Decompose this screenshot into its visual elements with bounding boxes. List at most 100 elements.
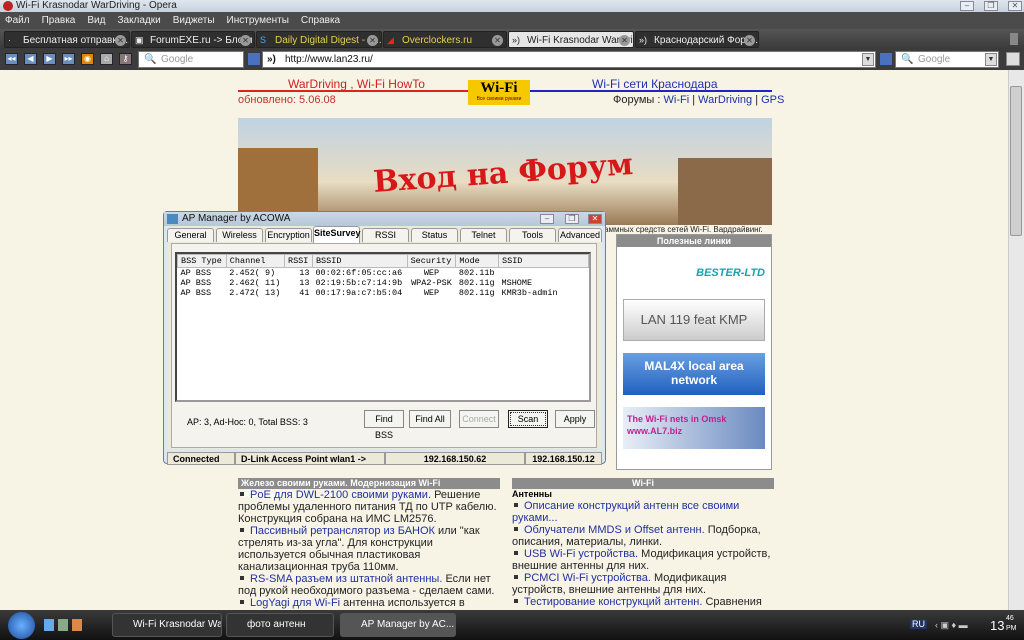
close-button[interactable]: ✕: [588, 214, 602, 224]
menu-edit[interactable]: Правка: [42, 15, 76, 26]
tab[interactable]: ◢ Overclockers.ru ✕: [383, 31, 507, 48]
menu-bookmarks[interactable]: Закладки: [117, 15, 160, 26]
home-icon[interactable]: ⌂: [100, 53, 113, 65]
tab-active[interactable]: ») Wi-Fi Krasnodar WarDri... ✕: [508, 31, 634, 48]
dropdown-icon[interactable]: ▼: [985, 53, 997, 66]
bss-row[interactable]: AP BSS 2.472( 13) 41 00:17:9a:c7:b5:04 WEP 80…: [178, 288, 589, 298]
fast-forward-icon[interactable]: ▸▸: [62, 53, 75, 65]
bester-banner[interactable]: BESTER-LTD: [623, 253, 765, 293]
col-rssi[interactable]: RSSI: [283, 254, 313, 268]
al7-banner[interactable]: The Wi-Fi nets in Omsk www.AL7.biz: [623, 407, 765, 449]
article-link[interactable]: RS-SMA разъем из штатной антенны.: [250, 573, 442, 585]
bss-row[interactable]: AP BSS 2.452( 9) 13 00:02:6f:05:cc:a6 WEP 802…: [178, 268, 589, 279]
banner-building: [678, 158, 772, 225]
maximize-button[interactable]: ❐: [565, 214, 579, 224]
language-indicator[interactable]: RU: [910, 619, 927, 629]
connect-button[interactable]: Connect: [459, 410, 499, 428]
tab-close-icon[interactable]: ✕: [619, 35, 630, 46]
article-link[interactable]: PoE для DWL-2100 своими руками.: [250, 489, 431, 501]
menu-help[interactable]: Справка: [301, 15, 340, 26]
trash-icon[interactable]: [1010, 33, 1018, 45]
bookmark-icon[interactable]: [248, 53, 260, 65]
tab-tools[interactable]: Tools: [509, 228, 556, 242]
taskbar-item-apmanager[interactable]: AP Manager by AC...: [340, 613, 456, 637]
taskbar-item-folder[interactable]: фото антенн: [226, 613, 334, 637]
left-title[interactable]: WarDriving , Wi-Fi HowTo: [288, 77, 425, 91]
article-link[interactable]: Тестирование конструкций антенн.: [524, 596, 702, 608]
quicklaunch-icon[interactable]: [58, 619, 68, 631]
forum-link-wardriving[interactable]: WarDriving: [698, 94, 752, 106]
scrollbar-thumb[interactable]: [1010, 86, 1022, 236]
tab-wireless[interactable]: Wireless: [216, 228, 263, 242]
col-security[interactable]: Security: [406, 254, 457, 268]
col-channel[interactable]: Channel: [225, 254, 285, 268]
col-ssid[interactable]: SSID: [498, 254, 589, 268]
article-link[interactable]: Описание конструкций антенн все своими р…: [512, 500, 739, 524]
tab-close-icon[interactable]: ✕: [744, 35, 755, 46]
forum-banner[interactable]: Вход на Форум: [238, 118, 772, 225]
tab-close-icon[interactable]: ✕: [240, 35, 251, 46]
wand-icon[interactable]: ⚷: [119, 53, 132, 65]
tab-telnet[interactable]: Telnet: [460, 228, 507, 242]
clock-hour[interactable]: 13: [990, 618, 1004, 633]
tab-status[interactable]: Status: [411, 228, 458, 242]
minimize-button[interactable]: –: [540, 214, 554, 224]
dropdown-icon[interactable]: ▼: [862, 53, 874, 66]
find-bss-button[interactable]: Find BSS: [364, 410, 404, 440]
article-link[interactable]: Пассивный ретранслятор из БАНОК: [250, 525, 435, 537]
maximize-button[interactable]: ❐: [984, 1, 998, 11]
col-bss-type[interactable]: BSS Type: [177, 254, 227, 268]
tab-general[interactable]: General: [167, 228, 214, 242]
menu-file[interactable]: Файл: [5, 15, 30, 26]
menu-view[interactable]: Вид: [87, 15, 105, 26]
menu-tools[interactable]: Инструменты: [227, 15, 289, 26]
address-input[interactable]: ») http://www.lan23.ru/▼: [262, 51, 876, 68]
menu-widgets[interactable]: Виджеты: [173, 15, 215, 26]
forum-link-wifi[interactable]: Wi-Fi: [664, 94, 690, 106]
forward-icon[interactable]: ▶: [43, 53, 56, 65]
search-input[interactable]: 🔍 Google: [138, 51, 244, 68]
tab-sitesurvey[interactable]: SiteSurvey: [313, 226, 361, 243]
bss-cell: 02:19:5b:c7:14:9b: [315, 278, 403, 288]
col-mode[interactable]: Mode: [455, 254, 499, 268]
lan119-banner[interactable]: LAN 119 feat KMP: [623, 299, 765, 341]
right-title[interactable]: Wi-Fi сети Краснодара: [592, 77, 718, 91]
tab[interactable]: ») Краснодарский Фору... ✕: [635, 31, 759, 48]
bss-list[interactable]: BSS Type Channel RSSI BSSID Security Mod…: [175, 252, 591, 402]
tab[interactable]: ▣ ForumEXE.ru -> Блоги ✕: [131, 31, 255, 48]
forum-link-gps[interactable]: GPS: [761, 94, 784, 106]
rewind-icon[interactable]: ◂◂: [5, 53, 18, 65]
article-link[interactable]: PCMCI Wi-Fi устройства.: [524, 572, 651, 584]
bss-row[interactable]: AP BSS 2.462( 11) 13 02:19:5b:c7:14:9b WPA2-…: [178, 278, 589, 288]
close-button[interactable]: ✕: [1008, 1, 1022, 11]
tab[interactable]: S Daily Digital Digest - 3... ✕: [256, 31, 382, 48]
scan-button[interactable]: Scan: [508, 410, 548, 428]
tab-encryption[interactable]: Encryption: [265, 228, 312, 242]
tray-icons[interactable]: ‹ ▣ ♦ ▬: [935, 620, 968, 631]
apply-button[interactable]: Apply: [555, 410, 595, 428]
article-link[interactable]: LogYagi для Wi-Fi: [250, 597, 340, 609]
find-all-button[interactable]: Find All: [409, 410, 451, 428]
col-bssid[interactable]: BSSID: [311, 254, 408, 268]
tab-advanced[interactable]: Advanced: [558, 228, 602, 242]
quicklaunch-icon[interactable]: [72, 619, 82, 631]
taskbar-item-opera[interactable]: Wi-Fi Krasnodar Wa...: [112, 613, 222, 637]
bss-cell: [499, 268, 589, 279]
show-desktop-icon[interactable]: [44, 619, 54, 631]
reload-icon[interactable]: ◉: [81, 53, 94, 65]
tab-rssi[interactable]: RSSI: [362, 228, 409, 242]
mal4x-banner[interactable]: MAL4X local area network: [623, 353, 765, 395]
tab-close-icon[interactable]: ✕: [492, 35, 503, 46]
minimize-button[interactable]: –: [960, 1, 974, 11]
start-button[interactable]: [8, 612, 35, 639]
bss-cell: AP BSS: [180, 268, 212, 278]
article-link[interactable]: USB Wi-Fi устройства.: [524, 548, 638, 560]
tab-close-icon[interactable]: ✕: [115, 35, 126, 46]
bookmark-icon[interactable]: [880, 53, 892, 65]
search-input-2[interactable]: 🔍 Google ▼: [895, 51, 999, 68]
panel-toggle-icon[interactable]: [1006, 52, 1020, 66]
tab[interactable]: · Бесплатная отправка ... ✕: [4, 31, 130, 48]
article-link[interactable]: Облучатели MMDS и Offset антенн.: [524, 524, 705, 536]
back-icon[interactable]: ◀: [24, 53, 37, 65]
tab-close-icon[interactable]: ✕: [367, 35, 378, 46]
